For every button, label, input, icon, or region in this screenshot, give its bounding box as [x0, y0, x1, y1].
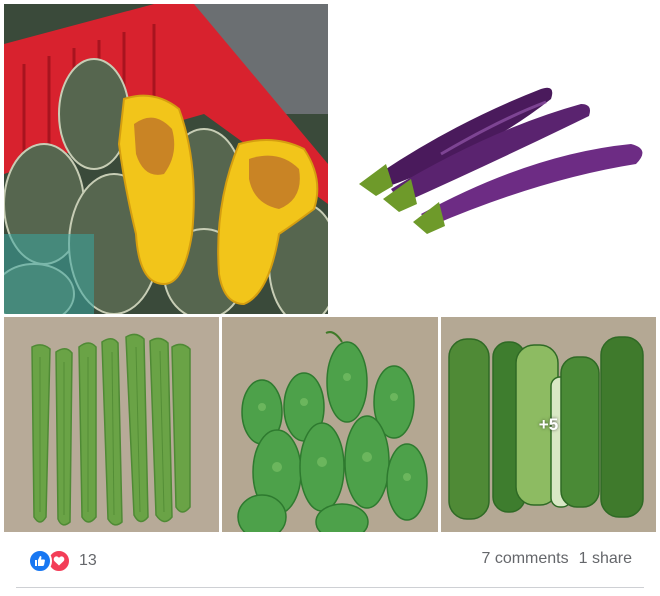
photo-pumpkin[interactable] [4, 4, 328, 314]
more-photos-count: +5 [538, 414, 559, 434]
like-icon [28, 549, 52, 573]
eggplant-image [331, 4, 656, 314]
shares-link[interactable]: 1 share [579, 550, 632, 568]
reaction-count: 13 [79, 552, 97, 569]
comments-link[interactable]: 7 comments [481, 550, 568, 568]
more-photos-overlay[interactable]: +5 [441, 317, 656, 532]
okra-image [4, 317, 219, 532]
engagement-stats: 7 comments 1 share [481, 550, 632, 568]
pumpkin-image [4, 4, 328, 314]
bitter-melon-image [222, 317, 438, 532]
photo-grid: +5 [4, 4, 656, 532]
reactions-summary[interactable]: 13 [28, 549, 97, 573]
reactions-bar: 13 7 comments 1 share [0, 532, 660, 590]
photo-okra[interactable] [4, 317, 219, 532]
photo-eggplant[interactable] [331, 4, 656, 314]
divider [16, 587, 644, 588]
photo-bitter-melon[interactable] [222, 317, 438, 532]
post-card: +5 13 7 comments 1 share [0, 0, 660, 596]
photo-cucumber[interactable]: +5 [441, 317, 656, 532]
